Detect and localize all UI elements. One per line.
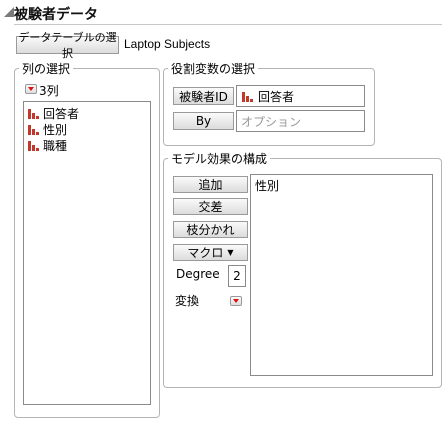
degree-input[interactable]: 2 [228,265,246,287]
chevron-down-icon: ▼ [227,248,234,257]
nominal-bar-icon [27,139,40,152]
by-field[interactable]: オプション [236,110,365,132]
subject-id-value: 回答者 [258,89,295,104]
model-effects-listbox[interactable]: 性別 [250,174,433,376]
column-options-dropdown-icon[interactable] [25,84,37,94]
list-item[interactable]: 性別 [251,177,432,193]
nominal-bar-icon [27,107,40,120]
role-variables-group [163,68,375,146]
role-variables-label: 役割変数の選択 [168,60,259,77]
degree-label: Degree [176,267,220,281]
add-button[interactable]: 追加 [173,176,248,193]
select-data-table-button[interactable]: データテーブルの選択 [16,31,119,60]
column-listbox[interactable]: 回答者 性別 職種 [23,101,151,405]
nominal-bar-icon [241,90,254,103]
by-button[interactable]: By [173,112,234,130]
column-count: 3列 [39,84,59,98]
list-item-label: 性別 [43,122,68,137]
list-item[interactable]: 性別 [24,121,150,137]
list-item-label: 職種 [43,138,68,153]
collapse-triangle-icon[interactable] [4,7,14,17]
cross-button[interactable]: 交差 [173,198,248,215]
model-effects-label: モデル効果の構成 [168,150,271,167]
by-placeholder: オプション [241,114,302,129]
page-title: 被験者データ [14,7,98,23]
macro-button-label: マクロ [187,246,224,260]
title-divider [14,24,442,25]
transform-dropdown-icon[interactable] [230,296,242,306]
subject-id-field[interactable]: 回答者 [236,85,365,107]
subject-id-button[interactable]: 被験者ID [173,87,234,105]
nominal-bar-icon [27,123,40,136]
title-bar: 被験者データ [0,0,446,26]
list-item-label: 回答者 [43,106,80,121]
transform-label: 変換 [175,294,200,308]
data-table-name: Laptop Subjects [124,37,211,51]
degree-value: 2 [233,269,241,283]
list-item[interactable]: 職種 [24,137,150,153]
effect-label: 性別 [255,178,280,193]
nest-button[interactable]: 枝分かれ [173,221,248,238]
column-select-label: 列の選択 [19,60,74,77]
macro-button[interactable]: マクロ ▼ [173,244,248,261]
list-item[interactable]: 回答者 [24,105,150,121]
